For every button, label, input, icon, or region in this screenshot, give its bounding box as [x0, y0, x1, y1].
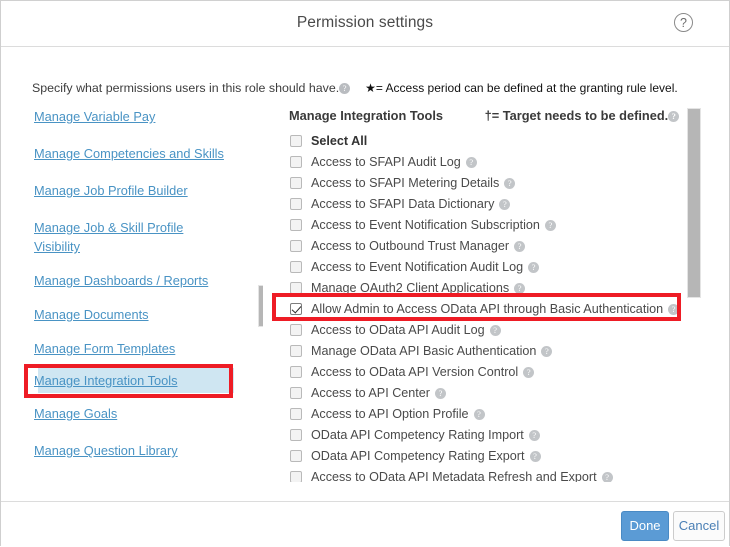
permission-row[interactable]: Access to API Center?: [284, 383, 702, 404]
info-icon[interactable]: ?: [668, 304, 679, 315]
permission-label: Access to Outbound Trust Manager: [311, 239, 509, 253]
dialog-footer: Done Cancel: [1, 501, 729, 547]
permission-label: Access to OData API Audit Log: [311, 323, 485, 337]
checkbox-unchecked[interactable]: [290, 282, 302, 294]
info-icon[interactable]: ?: [435, 388, 446, 399]
sidebar-item-manage-job-profile-builder[interactable]: Manage Job Profile Builder: [34, 183, 188, 198]
permission-label: Allow Admin to Access OData API through …: [311, 302, 663, 316]
permission-row[interactable]: Access to SFAPI Audit Log?: [284, 152, 702, 173]
permission-label: Access to SFAPI Data Dictionary: [311, 197, 494, 211]
sidebar-item-manage-goals[interactable]: Manage Goals: [34, 406, 117, 421]
permission-label: Manage OData API Basic Authentication: [311, 344, 536, 358]
sidebar-item-manage-question-library[interactable]: Manage Question Library: [34, 443, 178, 458]
permission-row[interactable]: Manage OAuth2 Client Applications?: [284, 278, 702, 299]
permissions-scrollbar-thumb[interactable]: [687, 108, 701, 298]
description-text: Specify what permissions users in this r…: [32, 81, 339, 95]
page-title: Permission settings: [1, 14, 729, 32]
permission-row[interactable]: Access to SFAPI Data Dictionary?: [284, 194, 702, 215]
permission-settings-dialog: Permission settings ? Specify what permi…: [0, 0, 730, 546]
permission-row[interactable]: OData API Competency Rating Export?: [284, 446, 702, 467]
dialog-header: Permission settings ?: [1, 1, 729, 47]
info-icon[interactable]: ?: [474, 409, 485, 420]
checkbox-unchecked[interactable]: [290, 156, 302, 168]
info-icon[interactable]: ?: [514, 283, 525, 294]
sidebar-item-manage-variable-pay[interactable]: Manage Variable Pay: [34, 109, 155, 124]
permission-row[interactable]: Manage OData API Basic Authentication?: [284, 341, 702, 362]
info-icon[interactable]: ?: [339, 83, 350, 94]
permission-row[interactable]: Access to API Option Profile?: [284, 404, 702, 425]
info-icon[interactable]: ?: [504, 178, 515, 189]
permissions-scrollbar[interactable]: [687, 105, 701, 487]
description-line: Specify what permissions users in this r…: [32, 81, 678, 95]
left-pane-scrollbar-thumb[interactable]: [258, 285, 263, 327]
permission-row[interactable]: Select All: [284, 131, 702, 152]
sidebar-item-manage-documents[interactable]: Manage Documents: [34, 307, 149, 322]
permission-row[interactable]: Access to OData API Version Control?: [284, 362, 702, 383]
permission-label: Access to Event Notification Subscriptio…: [311, 218, 540, 232]
checkbox-unchecked[interactable]: [290, 261, 302, 273]
permission-label: Access to API Option Profile: [311, 407, 469, 421]
checkbox-unchecked[interactable]: [290, 429, 302, 441]
permission-label: Select All: [311, 134, 367, 148]
info-icon[interactable]: ?: [499, 199, 510, 210]
permission-row[interactable]: Access to Event Notification Subscriptio…: [284, 215, 702, 236]
sidebar-item-manage-competencies-and-skills[interactable]: Manage Competencies and Skills: [34, 146, 224, 161]
checkbox-unchecked[interactable]: [290, 366, 302, 378]
target-note-info-icon[interactable]: ?: [668, 111, 679, 122]
list-bottom-mask: [265, 482, 690, 500]
checkbox-unchecked[interactable]: [290, 177, 302, 189]
permission-label: Manage OAuth2 Client Applications: [311, 281, 509, 295]
permission-label: OData API Competency Rating Import: [311, 428, 524, 442]
permission-category-list[interactable]: Manage Variable Pay Manage Competencies …: [11, 101, 263, 493]
permission-group-title-row: Manage Integration Tools †= Target needs…: [289, 108, 679, 123]
checkbox-unchecked[interactable]: [290, 450, 302, 462]
info-icon[interactable]: ?: [528, 262, 539, 273]
permission-label: Access to Event Notification Audit Log: [311, 260, 523, 274]
cancel-button[interactable]: Cancel: [673, 511, 725, 541]
info-icon[interactable]: ?: [514, 241, 525, 252]
sidebar-item-manage-integration-tools[interactable]: Manage Integration Tools: [34, 373, 177, 388]
checkbox-unchecked[interactable]: [290, 408, 302, 420]
info-icon[interactable]: ?: [466, 157, 477, 168]
checkbox-unchecked[interactable]: [290, 387, 302, 399]
info-icon[interactable]: ?: [530, 451, 541, 462]
permission-group-title: Manage Integration Tools: [289, 108, 443, 123]
permission-label: Access to API Center: [311, 386, 430, 400]
checkbox-checked[interactable]: [290, 303, 302, 315]
permission-row[interactable]: OData API Competency Rating Import?: [284, 425, 702, 446]
info-icon[interactable]: ?: [545, 220, 556, 231]
info-icon[interactable]: ?: [529, 430, 540, 441]
sidebar-item-manage-job-skill-profile-visibility[interactable]: Manage Job & Skill Profile Visibility: [34, 218, 199, 256]
info-icon[interactable]: ?: [523, 367, 534, 378]
permissions-pane: Manage Integration Tools †= Target needs…: [284, 104, 702, 486]
checkbox-unchecked[interactable]: [290, 219, 302, 231]
sidebar-item-manage-dashboards-reports[interactable]: Manage Dashboards / Reports: [34, 273, 208, 288]
permission-rows: Select AllAccess to SFAPI Audit Log?Acce…: [284, 131, 702, 486]
done-button[interactable]: Done: [621, 511, 669, 541]
permission-row[interactable]: Allow Admin to Access OData API through …: [284, 299, 702, 320]
checkbox-unchecked[interactable]: [290, 324, 302, 336]
info-icon[interactable]: ?: [490, 325, 501, 336]
permission-row[interactable]: Access to SFAPI Metering Details?: [284, 173, 702, 194]
permission-row[interactable]: Access to Outbound Trust Manager?: [284, 236, 702, 257]
checkbox-unchecked[interactable]: [290, 198, 302, 210]
permission-row[interactable]: Access to OData API Audit Log?: [284, 320, 702, 341]
checkbox-unchecked[interactable]: [290, 345, 302, 357]
access-period-note: ★= Access period can be defined at the g…: [365, 81, 678, 95]
checkbox-unchecked[interactable]: [290, 135, 302, 147]
permission-row[interactable]: Access to Event Notification Audit Log?: [284, 257, 702, 278]
sidebar-item-manage-form-templates[interactable]: Manage Form Templates: [34, 341, 175, 356]
help-icon[interactable]: ?: [674, 13, 693, 32]
permission-label: Access to OData API Version Control: [311, 365, 518, 379]
checkbox-unchecked[interactable]: [290, 240, 302, 252]
target-note: †= Target needs to be defined.: [485, 108, 669, 123]
permission-label: Access to SFAPI Metering Details: [311, 176, 499, 190]
permission-label: Access to SFAPI Audit Log: [311, 155, 461, 169]
permission-label: OData API Competency Rating Export: [311, 449, 525, 463]
info-icon[interactable]: ?: [541, 346, 552, 357]
